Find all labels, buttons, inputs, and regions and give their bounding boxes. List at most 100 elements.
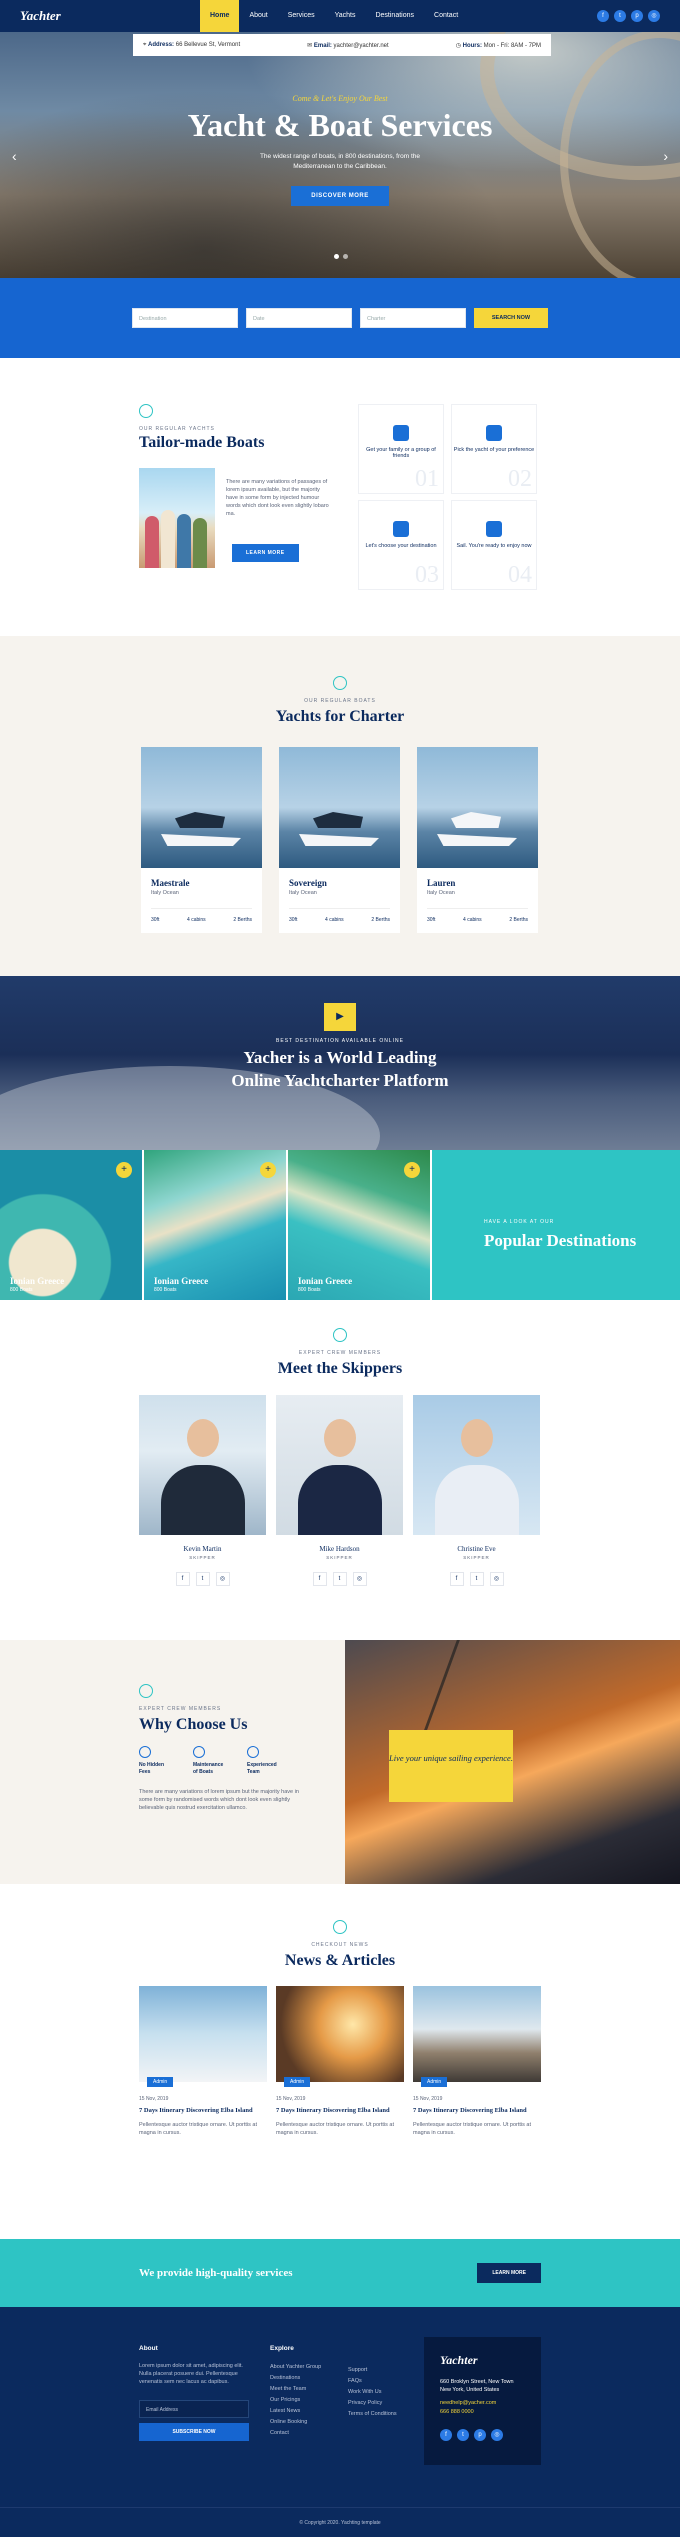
slider-dot[interactable] <box>334 254 339 259</box>
footer-support: Support FAQs Work With Us Privacy Policy… <box>348 2365 397 2420</box>
footer-phone[interactable]: 666 888 0000 <box>440 2409 525 2415</box>
search-now-button[interactable]: SEARCH NOW <box>474 308 548 328</box>
logo[interactable]: Yachter <box>20 8 120 24</box>
yacht-stats: 30ft 4 cabins 2 Berths <box>289 908 390 923</box>
author-tag[interactable]: Admin <box>421 2077 448 2087</box>
footer-link[interactable]: Online Booking <box>270 2417 321 2428</box>
facebook-icon[interactable]: f <box>312 1572 327 1586</box>
footer-logo[interactable]: Yachter <box>440 2353 525 2368</box>
destination-tile[interactable]: + Ionian Greece 800 Boats <box>144 1150 286 1300</box>
section-kicker: EXPERT CREW MEMBERS <box>139 1706 222 1712</box>
news-title[interactable]: 7 Days Itinerary Discovering Elba Island <box>413 2106 541 2115</box>
instagram-icon[interactable]: ◎ <box>215 1572 230 1586</box>
contact-infobar: ⌖ Address: 66 Bellevue St, Vermont ✉ Ema… <box>133 34 551 56</box>
twitter-icon[interactable]: t <box>332 1572 347 1586</box>
facebook-icon[interactable]: f <box>175 1572 190 1586</box>
author-tag[interactable]: Admin <box>284 2077 311 2087</box>
instagram-icon[interactable]: ◎ <box>648 10 660 22</box>
why-feature: Experienced Team <box>247 1746 279 1776</box>
section-kicker: EXPERT CREW MEMBERS <box>298 1350 382 1356</box>
wallet-icon <box>139 1746 151 1758</box>
nav-contact[interactable]: Contact <box>424 0 468 32</box>
section-title: Tailor-made Boats <box>139 434 265 451</box>
yachts-for-charter-section: OUR REGULAR BOATS Yachts for Charter Mae… <box>0 636 680 976</box>
news-card[interactable]: Admin 15 Nov, 2019 7 Days Itinerary Disc… <box>276 1986 404 2137</box>
yacht-photo <box>141 747 262 868</box>
yacht-card[interactable]: Maestrale Italy Ocean 30ft 4 cabins 2 Bert… <box>141 747 262 933</box>
section-title: Why Choose Us <box>139 1716 248 1733</box>
tailor-text: There are many variations of passages of… <box>226 479 329 517</box>
why-feature: No Hidden Fees <box>139 1746 171 1776</box>
news-title[interactable]: 7 Days Itinerary Discovering Elba Island <box>139 2106 267 2115</box>
footer-link[interactable]: Our Pricings <box>270 2395 321 2406</box>
date-input[interactable]: Date <box>246 308 352 328</box>
nav-services[interactable]: Services <box>278 0 325 32</box>
skipper-photo <box>139 1395 266 1535</box>
destination-tile[interactable]: + Ionian Greece 800 Boats <box>0 1150 142 1300</box>
footer-email-input[interactable]: Email Address <box>139 2400 249 2418</box>
news-section: CHECKOUT NEWS News & Articles Admin 15 N… <box>0 1884 680 2239</box>
nav-home[interactable]: Home <box>200 0 240 32</box>
footer-email[interactable]: needhelp@yacher.com <box>440 2400 525 2406</box>
nav-about[interactable]: About <box>239 0 277 32</box>
hero-kicker: Come & Let's Enjoy Our Best <box>292 94 388 103</box>
news-card[interactable]: Admin 15 Nov, 2019 7 Days Itinerary Disc… <box>139 1986 267 2137</box>
plus-icon[interactable]: + <box>260 1162 276 1178</box>
yacht-name: Lauren <box>427 878 456 888</box>
pinterest-icon[interactable]: p <box>474 2429 486 2441</box>
facebook-icon[interactable]: f <box>449 1572 464 1586</box>
destination-tile[interactable]: + Ionian Greece 800 Boats <box>288 1150 430 1300</box>
subscribe-button[interactable]: SUBSCRIBE NOW <box>139 2423 249 2441</box>
slider-dot[interactable] <box>343 254 348 259</box>
yacht-location: Italy Ocean <box>151 890 179 896</box>
twitter-icon[interactable]: t <box>195 1572 210 1586</box>
twitter-icon[interactable]: t <box>614 10 626 22</box>
pinterest-icon[interactable]: p <box>631 10 643 22</box>
footer-link[interactable]: FAQs <box>348 2376 397 2387</box>
footer-link[interactable]: Contact <box>270 2428 321 2439</box>
section-kicker: OUR REGULAR YACHTS <box>139 426 215 432</box>
footer-link[interactable]: Destinations <box>270 2373 321 2384</box>
learn-more-button[interactable]: LEARN MORE <box>232 544 299 562</box>
facebook-icon[interactable]: f <box>597 10 609 22</box>
yacht-photo <box>279 747 400 868</box>
nav-yachts[interactable]: Yachts <box>325 0 366 32</box>
play-video-icon[interactable]: ▶ <box>324 1003 356 1031</box>
nav-destinations[interactable]: Destinations <box>365 0 424 32</box>
why-text: There are many variations of lorem ipsum… <box>139 1789 299 1811</box>
author-tag[interactable]: Admin <box>147 2077 174 2087</box>
news-photo: Admin <box>413 1986 541 2087</box>
plus-icon[interactable]: + <box>116 1162 132 1178</box>
helm-icon <box>333 1328 347 1342</box>
footer-link[interactable]: Latest News <box>270 2406 321 2417</box>
footer-link[interactable]: Terms of Conditions <box>348 2409 397 2420</box>
skipper-photo <box>276 1395 403 1535</box>
hero-section: Yachter Home About Services Yachts Desti… <box>0 0 680 278</box>
news-card[interactable]: Admin 15 Nov, 2019 7 Days Itinerary Disc… <box>413 1986 541 2137</box>
discover-more-button[interactable]: DISCOVER MORE <box>291 186 389 206</box>
yacht-photo <box>417 747 538 868</box>
footer-link[interactable]: Privacy Policy <box>348 2398 397 2409</box>
twitter-icon[interactable]: t <box>457 2429 469 2441</box>
footer-link[interactable]: Support <box>348 2365 397 2376</box>
footer-explore: Explore About Yachter Group Destinations… <box>270 2345 321 2439</box>
instagram-icon[interactable]: ◎ <box>489 1572 504 1586</box>
footer-contact-box: Yachter 660 Broklyn Street, New Town New… <box>424 2337 541 2465</box>
hours-info: ◷ Hours: Mon - Fri: 8AM - 7PM <box>455 42 541 49</box>
yacht-card[interactable]: Lauren Italy Ocean 30ft 4 cabins 2 Berths <box>417 747 538 933</box>
email-info[interactable]: ✉ Email: yachter@yachter.net <box>307 42 389 49</box>
instagram-icon[interactable]: ◎ <box>352 1572 367 1586</box>
instagram-icon[interactable]: ◎ <box>491 2429 503 2441</box>
news-title[interactable]: 7 Days Itinerary Discovering Elba Island <box>276 2106 404 2115</box>
twitter-icon[interactable]: t <box>469 1572 484 1586</box>
facebook-icon[interactable]: f <box>440 2429 452 2441</box>
footer-link[interactable]: Work With Us <box>348 2387 397 2398</box>
footer-socials: f t p ◎ <box>440 2429 525 2441</box>
yacht-card[interactable]: Sovereign Italy Ocean 30ft 4 cabins 2 Bert… <box>279 747 400 933</box>
plus-icon[interactable]: + <box>404 1162 420 1178</box>
charter-input[interactable]: Charter <box>360 308 466 328</box>
footer-link[interactable]: About Yachter Group <box>270 2362 321 2373</box>
destination-input[interactable]: Destination <box>132 308 238 328</box>
footer-link[interactable]: Meet the Team <box>270 2384 321 2395</box>
cta-learn-more-button[interactable]: LEARN MORE <box>477 2263 541 2283</box>
